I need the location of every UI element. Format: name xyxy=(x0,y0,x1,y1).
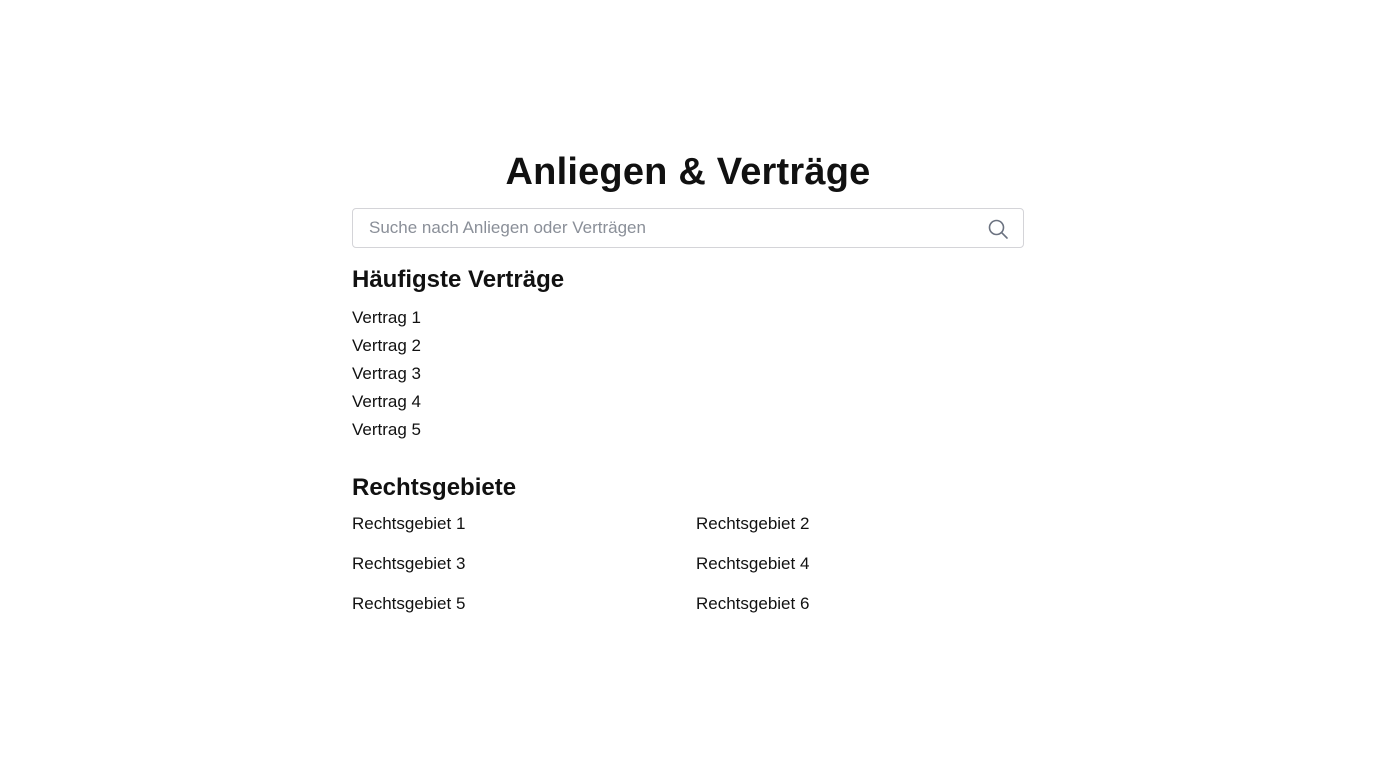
legal-areas-section: Rechtsgebiete Rechtsgebiet 1 Rechtsgebie… xyxy=(352,472,1024,616)
main-content: Anliegen & Verträge Häufigste Verträge V… xyxy=(352,148,1024,616)
legal-area-link-2[interactable]: Rechtsgebiet 2 xyxy=(696,512,1024,536)
contract-list: Vertrag 1 Vertrag 2 Vertrag 3 Vertrag 4 … xyxy=(352,304,1024,444)
search-icon[interactable] xyxy=(987,218,1009,240)
legal-area-link-5[interactable]: Rechtsgebiet 5 xyxy=(352,592,696,616)
legal-area-link-1[interactable]: Rechtsgebiet 1 xyxy=(352,512,696,536)
legal-areas-heading: Rechtsgebiete xyxy=(352,474,517,501)
legal-area-link-4[interactable]: Rechtsgebiet 4 xyxy=(696,552,1024,576)
contract-link-2[interactable]: Vertrag 2 xyxy=(352,332,1024,360)
contract-link-5[interactable]: Vertrag 5 xyxy=(352,416,1024,444)
search-box xyxy=(352,208,1024,248)
frequent-contracts-heading: Häufigste Verträge xyxy=(352,266,565,293)
contract-link-1[interactable]: Vertrag 1 xyxy=(352,304,1024,332)
legal-area-link-6[interactable]: Rechtsgebiet 6 xyxy=(696,592,1024,616)
contract-link-4[interactable]: Vertrag 4 xyxy=(352,388,1024,416)
contract-link-3[interactable]: Vertrag 3 xyxy=(352,360,1024,388)
page-title: Anliegen & Verträge xyxy=(505,151,871,193)
frequent-contracts-section: Häufigste Verträge Vertrag 1 Vertrag 2 V… xyxy=(352,264,1024,444)
legal-areas-grid: Rechtsgebiet 1 Rechtsgebiet 2 Rechtsgebi… xyxy=(352,512,1024,616)
search-input[interactable] xyxy=(353,209,1023,247)
legal-area-link-3[interactable]: Rechtsgebiet 3 xyxy=(352,552,696,576)
